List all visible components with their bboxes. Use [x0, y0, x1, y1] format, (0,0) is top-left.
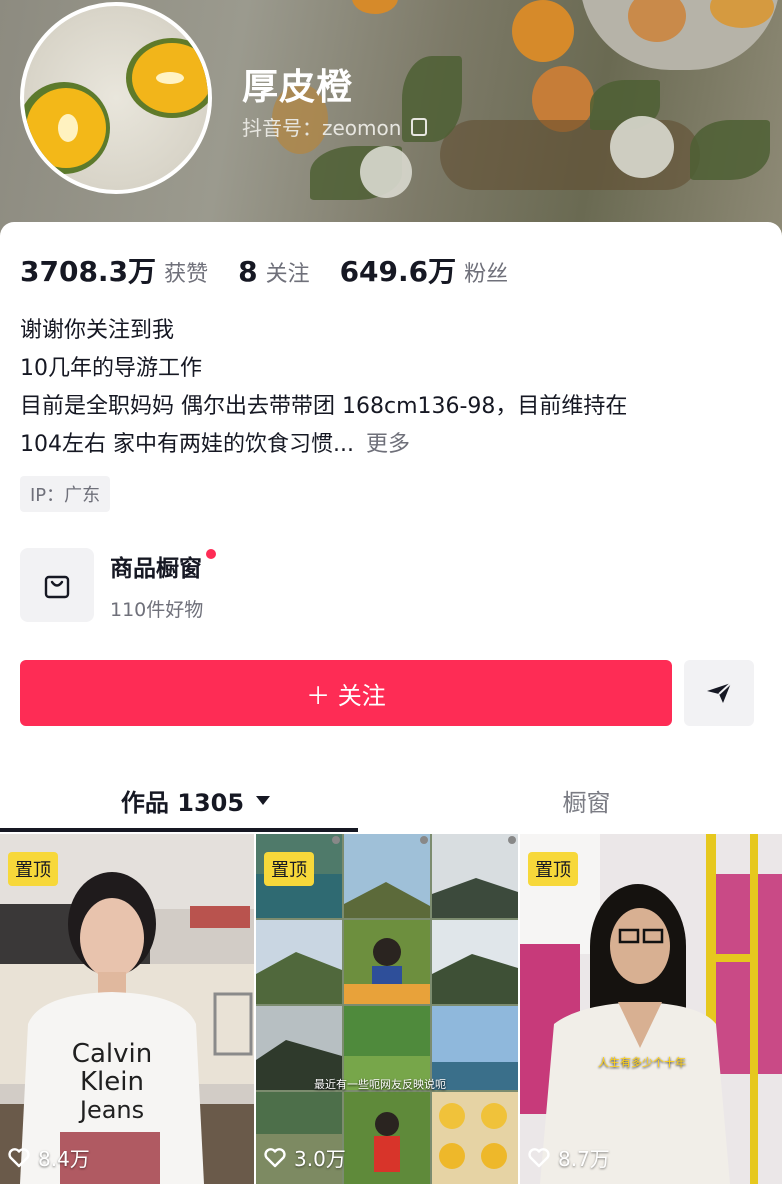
pinned-badge: 置顶 [264, 852, 314, 886]
followers-count[interactable]: 649.6万 [340, 250, 457, 290]
heart-icon [264, 1147, 286, 1167]
bio: 谢谢你关注到我 10几年的导游工作 目前是全职妈妈 偶尔出去带带团 168cm1… [20, 312, 770, 464]
video-likes-count: 3.0万 [294, 1147, 346, 1171]
video-tile[interactable]: 人生有多少个十年 置顶 8.7万 [520, 834, 782, 1184]
nickname: 厚皮橙 [242, 67, 354, 108]
content-tabs: 作品 1305 橱窗 [0, 770, 782, 832]
video-likes: 3.0万 [264, 1143, 346, 1172]
video-grid: Calvin Klein Jeans 置顶 8.4万 最近有一些呃网友反映说呃 … [0, 834, 782, 1184]
bio-line: 目前是全职妈妈 偶尔出去带带团 168cm136-98，目前维持在 [20, 394, 628, 419]
shopping-bag-icon [20, 548, 94, 622]
video-thumbnail [520, 834, 782, 1184]
heart-icon [528, 1147, 550, 1167]
tab-works-label: 作品 1305 [120, 788, 245, 817]
stats-row: 3708.3万 获赞 8 关注 649.6万 粉丝 [20, 250, 538, 290]
bio-line: 谢谢你关注到我 [20, 318, 175, 343]
following-count[interactable]: 8 [238, 255, 257, 288]
douyin-id[interactable]: 抖音号：zeomon [242, 112, 428, 141]
video-thumbnail [256, 834, 518, 1184]
follow-button[interactable]: ＋ 关注 [20, 660, 672, 726]
video-likes-count: 8.4万 [38, 1147, 90, 1171]
shop-window-entry[interactable]: 商品橱窗 110件好物 [20, 548, 216, 622]
active-tab-indicator [0, 828, 358, 832]
cover-flower [360, 146, 412, 198]
svg-text:Klein: Klein [80, 1067, 144, 1097]
shop-text: 商品橱窗 110件好物 [110, 548, 216, 622]
bio-more-link[interactable]: 更多 [366, 432, 410, 457]
bio-line: 104左右 家中有两娃的饮食习惯... [20, 432, 354, 457]
following-label[interactable]: 关注 [266, 256, 310, 288]
profile-card: 3708.3万 获赞 8 关注 649.6万 粉丝 谢谢你关注到我 10几年的导… [0, 222, 782, 1184]
video-likes: 8.4万 [8, 1143, 90, 1172]
video-likes: 8.7万 [528, 1143, 610, 1172]
svg-text:Calvin: Calvin [72, 1039, 152, 1069]
copy-icon[interactable] [411, 117, 428, 136]
orange-slices-image [24, 38, 208, 174]
video-subtitle: 人生有多少个十年 [598, 1056, 686, 1069]
tab-works[interactable]: 作品 1305 [0, 770, 391, 830]
avatar[interactable] [20, 2, 212, 194]
followers-label[interactable]: 粉丝 [464, 256, 508, 288]
video-likes-count: 8.7万 [558, 1147, 610, 1171]
cover-leaf [690, 120, 770, 180]
notification-dot [206, 548, 216, 559]
video-thumbnail: Calvin Klein Jeans [0, 834, 254, 1184]
video-tile[interactable]: 最近有一些呃网友反映说呃 置顶 3.0万 [256, 834, 518, 1184]
shop-title: 商品橱窗 [110, 555, 202, 582]
douyin-id-text: 抖音号：zeomon [242, 116, 402, 140]
pinned-badge: 置顶 [8, 852, 58, 886]
shop-title-wrap: 商品橱窗 [110, 548, 216, 583]
cover-flower [610, 116, 674, 178]
tab-shop-window[interactable]: 橱窗 [391, 770, 782, 830]
share-arrow-icon [707, 682, 732, 703]
likes-label: 获赞 [164, 262, 209, 287]
likes-count: 3708.3万 [20, 255, 157, 288]
bio-line: 10几年的导游工作 [20, 356, 202, 381]
ip-location-tag: IP：广东 [20, 476, 111, 512]
shop-subtitle: 110件好物 [110, 598, 204, 621]
bio-line-last: 104左右 家中有两娃的饮食习惯... 更多 [20, 426, 770, 464]
caret-down-icon [256, 795, 271, 805]
video-tile[interactable]: Calvin Klein Jeans 置顶 8.4万 [0, 834, 254, 1184]
svg-text:Jeans: Jeans [78, 1096, 144, 1124]
share-button[interactable] [684, 660, 754, 726]
video-subtitle: 最近有一些呃网友反映说呃 [314, 1078, 446, 1091]
pinned-badge: 置顶 [528, 852, 578, 886]
heart-icon [8, 1147, 30, 1167]
cover-orange [512, 0, 574, 62]
cover-orange [352, 0, 398, 14]
